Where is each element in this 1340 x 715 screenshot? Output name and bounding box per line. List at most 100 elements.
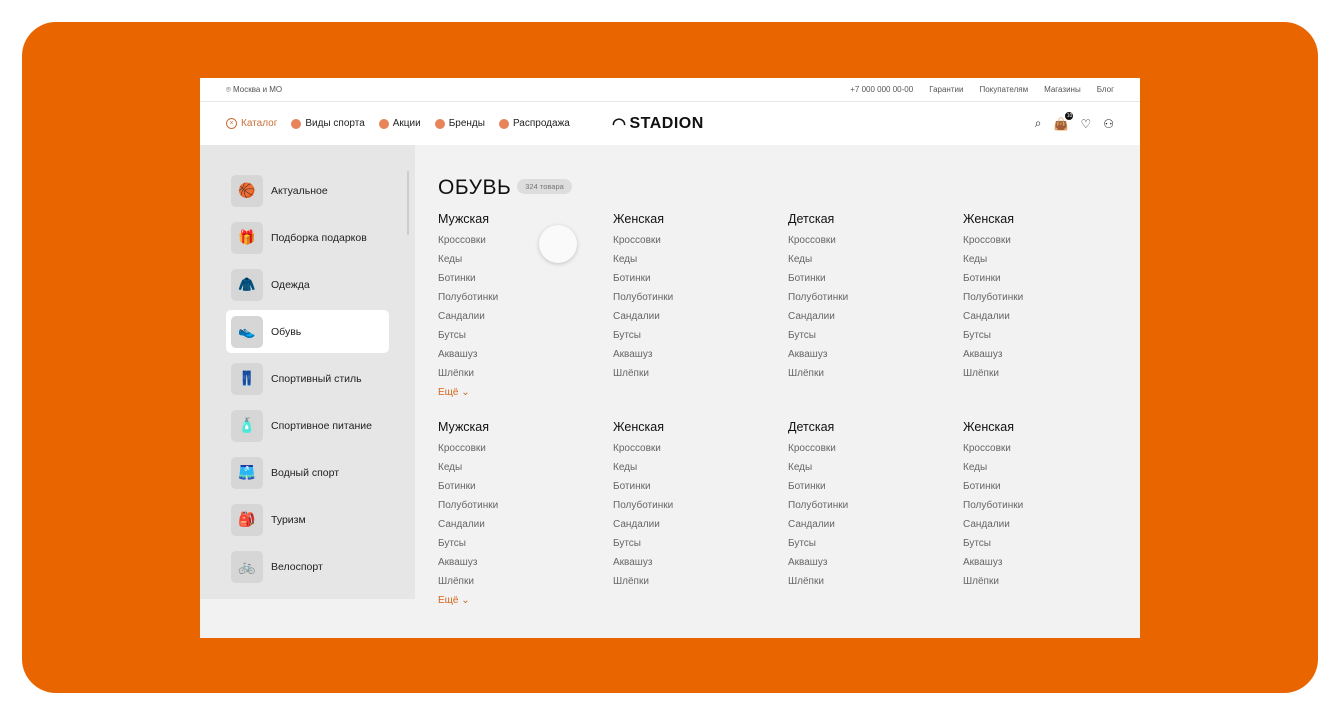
subcategory-link[interactable]: Кроссовки: [613, 231, 788, 250]
column-title[interactable]: Детская: [788, 212, 963, 226]
column-title[interactable]: Женская: [963, 212, 1138, 226]
sidebar-item[interactable]: 🩳 Водный спорт: [226, 451, 389, 494]
subcategory-link[interactable]: Сандалии: [963, 307, 1138, 326]
sidebar-item[interactable]: 👖 Спортивный стиль: [226, 357, 389, 400]
nav-item[interactable]: Виды спорта: [291, 118, 365, 129]
cart-icon[interactable]: 👜 10: [1054, 111, 1074, 131]
subcategory-link[interactable]: Ботинки: [613, 477, 788, 496]
subcategory-link[interactable]: Полуботинки: [963, 496, 1138, 515]
subcategory-link[interactable]: Шлёпки: [963, 364, 1138, 383]
catalog-button[interactable]: × Каталог: [226, 118, 277, 129]
subcategory-link[interactable]: Бутсы: [788, 326, 963, 345]
subcategory-link[interactable]: Шлёпки: [438, 364, 613, 383]
subcategory-link[interactable]: Аквашуз: [438, 345, 613, 364]
subcategory-link[interactable]: Шлёпки: [438, 572, 613, 591]
subcategory-link[interactable]: Аквашуз: [438, 553, 613, 572]
heart-icon[interactable]: ♡: [1080, 117, 1091, 131]
subcategory-link[interactable]: Сандалии: [788, 515, 963, 534]
subcategory-link[interactable]: Шлёпки: [613, 572, 788, 591]
subcategory-link[interactable]: Кроссовки: [788, 231, 963, 250]
subcategory-link[interactable]: Бутсы: [963, 326, 1138, 345]
subcategory-link[interactable]: Кроссовки: [438, 231, 613, 250]
subcategory-link[interactable]: Аквашуз: [613, 553, 788, 572]
subcategory-link[interactable]: Аквашуз: [788, 553, 963, 572]
subcategory-link[interactable]: Ботинки: [788, 477, 963, 496]
subcategory-link[interactable]: Аквашуз: [613, 345, 788, 364]
sidebar-item[interactable]: 🧴 Спортивное питание: [226, 404, 389, 447]
subcategory-link[interactable]: Сандалии: [788, 307, 963, 326]
subcategory-link[interactable]: Кеды: [963, 250, 1138, 269]
sidebar-item[interactable]: 🎁 Подборка подарков: [226, 216, 389, 259]
column-title[interactable]: Женская: [613, 420, 788, 434]
location-link[interactable]: ⌾ Москва и МО: [226, 85, 282, 95]
subcategory-link[interactable]: Сандалии: [613, 307, 788, 326]
subcategory-link[interactable]: Полуботинки: [438, 496, 613, 515]
subcategory-link[interactable]: Полуботинки: [963, 288, 1138, 307]
subcategory-link[interactable]: Кеды: [613, 458, 788, 477]
subcategory-link[interactable]: Кроссовки: [963, 439, 1138, 458]
column-title[interactable]: Женская: [963, 420, 1138, 434]
subcategory-link[interactable]: Кеды: [438, 458, 613, 477]
subcategory-link[interactable]: Сандалии: [438, 515, 613, 534]
nav-item[interactable]: Акции: [378, 118, 421, 129]
sidebar-item[interactable]: 👟 Обувь: [226, 310, 389, 353]
more-link[interactable]: Ещё ⌄: [438, 383, 613, 402]
subcategory-link[interactable]: Аквашуз: [963, 553, 1138, 572]
subcategory-link[interactable]: Бутсы: [963, 534, 1138, 553]
sidebar-item[interactable]: 🎒 Туризм: [226, 498, 389, 541]
top-link[interactable]: Гарантии: [929, 85, 963, 94]
subcategory-link[interactable]: Кеды: [788, 458, 963, 477]
subcategory-link[interactable]: Кеды: [788, 250, 963, 269]
top-link[interactable]: Покупателям: [979, 85, 1028, 94]
sidebar-item[interactable]: 🏀 Актуальное: [226, 169, 389, 212]
subcategory-link[interactable]: Ботинки: [438, 477, 613, 496]
subcategory-link[interactable]: Бутсы: [613, 326, 788, 345]
scrollbar[interactable]: [407, 171, 409, 235]
subcategory-link[interactable]: Полуботинки: [788, 496, 963, 515]
subcategory-link[interactable]: Бутсы: [438, 326, 613, 345]
subcategory-link[interactable]: Кеды: [963, 458, 1138, 477]
subcategory-link[interactable]: Ботинки: [613, 269, 788, 288]
subcategory-link[interactable]: Полуботинки: [613, 288, 788, 307]
subcategory-link[interactable]: Ботинки: [788, 269, 963, 288]
subcategory-link[interactable]: Кеды: [438, 250, 613, 269]
subcategory-link[interactable]: Кроссовки: [438, 439, 613, 458]
subcategory-link[interactable]: Кроссовки: [613, 439, 788, 458]
nav-item[interactable]: Распродажа: [498, 118, 570, 129]
user-icon[interactable]: ⚇: [1103, 117, 1114, 131]
subcategory-link[interactable]: Бутсы: [788, 534, 963, 553]
subcategory-link[interactable]: Бутсы: [438, 534, 613, 553]
subcategory-link[interactable]: Ботинки: [438, 269, 613, 288]
subcategory-link[interactable]: Кроссовки: [963, 231, 1138, 250]
subcategory-link[interactable]: Кроссовки: [788, 439, 963, 458]
sidebar-item[interactable]: 🚲 Велоспорт: [226, 545, 389, 588]
top-link[interactable]: Магазины: [1044, 85, 1081, 94]
subcategory-link[interactable]: Ботинки: [963, 477, 1138, 496]
sidebar-item[interactable]: 🧥 Одежда: [226, 263, 389, 306]
top-link[interactable]: Блог: [1097, 85, 1114, 94]
subcategory-link[interactable]: Полуботинки: [438, 288, 613, 307]
search-icon[interactable]: ⌕: [1035, 116, 1042, 131]
subcategory-link[interactable]: Сандалии: [613, 515, 788, 534]
subcategory-link[interactable]: Шлёпки: [963, 572, 1138, 591]
subcategory-link[interactable]: Бутсы: [613, 534, 788, 553]
logo[interactable]: ◠ STADION: [612, 114, 704, 134]
column-title[interactable]: Мужская: [438, 420, 613, 434]
more-link[interactable]: Ещё ⌄: [438, 591, 613, 610]
subcategory-link[interactable]: Кеды: [613, 250, 788, 269]
column-title[interactable]: Мужская: [438, 212, 613, 226]
subcategory-link[interactable]: Полуботинки: [613, 496, 788, 515]
nav-item[interactable]: Бренды: [434, 118, 485, 129]
subcategory-link[interactable]: Сандалии: [963, 515, 1138, 534]
subcategory-link[interactable]: Аквашуз: [963, 345, 1138, 364]
subcategory-link[interactable]: Шлёпки: [788, 364, 963, 383]
top-link[interactable]: +7 000 000 00-00: [850, 85, 913, 94]
column-title[interactable]: Женская: [613, 212, 788, 226]
subcategory-link[interactable]: Шлёпки: [788, 572, 963, 591]
subcategory-link[interactable]: Шлёпки: [613, 364, 788, 383]
subcategory-link[interactable]: Ботинки: [963, 269, 1138, 288]
subcategory-link[interactable]: Сандалии: [438, 307, 613, 326]
column-title[interactable]: Детская: [788, 420, 963, 434]
subcategory-link[interactable]: Полуботинки: [788, 288, 963, 307]
subcategory-link[interactable]: Аквашуз: [788, 345, 963, 364]
